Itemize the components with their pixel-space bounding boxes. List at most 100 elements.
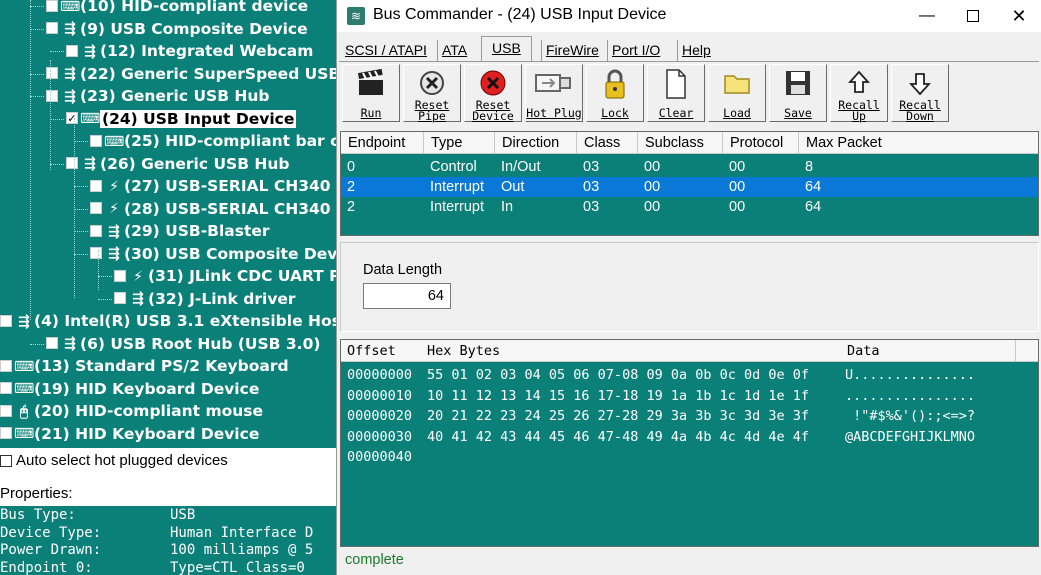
column-header[interactable]: Direction bbox=[495, 132, 577, 154]
tree-item-checkbox[interactable] bbox=[90, 202, 102, 214]
column-header[interactable]: Class bbox=[577, 132, 638, 154]
recall-down-button[interactable]: Recall Down bbox=[891, 64, 949, 122]
reset-pipe-button[interactable]: Reset Pipe bbox=[403, 64, 461, 122]
tree-item[interactable]: ✓ ⌨ (24) USB Input Device bbox=[66, 108, 297, 130]
tree-item-checkbox[interactable] bbox=[0, 427, 12, 439]
tree-item[interactable]: ⚡ (28) USB-SERIAL CH340 bbox=[90, 198, 331, 220]
tree-item[interactable]: ⇶ (4) Intel(R) USB 3.1 eXtensible Host C bbox=[0, 310, 336, 332]
tree-item-checkbox[interactable] bbox=[46, 67, 58, 79]
endpoint-table: Endpoint Type Direction Class Subclass Protoc… bbox=[340, 131, 1039, 236]
run-button[interactable]: Run bbox=[342, 64, 400, 122]
property-row: Device Type: Human Interface D bbox=[0, 525, 336, 543]
tree-item-checkbox[interactable] bbox=[90, 134, 102, 147]
load-button[interactable]: Load bbox=[708, 64, 766, 122]
table-cell: 00 bbox=[644, 159, 661, 175]
toolbar-label: Hot Plug bbox=[526, 106, 582, 120]
tree-connector bbox=[74, 253, 88, 255]
tree-item-checkbox[interactable] bbox=[46, 89, 58, 102]
tab-firewire[interactable]: FireWire bbox=[541, 40, 603, 62]
column-header[interactable]: Max Packet bbox=[799, 132, 1038, 154]
tree-item-checkbox[interactable] bbox=[66, 44, 78, 57]
table-row[interactable]: 2 Interrupt Out 03 00 00 64 bbox=[341, 177, 1038, 197]
tree-item[interactable]: ⌨(21) HID Keyboard Device bbox=[0, 423, 259, 445]
tree-item-checkbox[interactable] bbox=[0, 359, 12, 372]
tree-item[interactable]: ⚡ (27) USB-SERIAL CH340 bbox=[90, 175, 331, 197]
tree-guide-line bbox=[98, 250, 99, 290]
hex-column-header[interactable]: Data bbox=[841, 340, 880, 362]
tree-item[interactable]: ⌨(25) HID-compliant bar co bbox=[90, 130, 336, 152]
data-length-label: Data Length bbox=[363, 262, 443, 278]
maximize-button[interactable] bbox=[950, 0, 996, 32]
tree-item[interactable]: ⌨(10) HID-compliant device bbox=[46, 0, 308, 17]
tree-item[interactable]: ⇶ (9) USB Composite Device bbox=[46, 18, 308, 40]
tab-port-i-o[interactable]: Port I/O bbox=[607, 40, 664, 62]
tree-item-checkbox[interactable] bbox=[114, 292, 126, 304]
tree-item[interactable]: ⇶ (30) USB Composite Dev bbox=[90, 243, 336, 265]
hex-offset: 00000020 bbox=[347, 408, 413, 424]
property-value: Human Interface D bbox=[170, 524, 314, 541]
column-header[interactable]: Endpoint bbox=[341, 132, 424, 154]
tree-item-label: (4) Intel(R) USB 3.1 eXtensible Host C bbox=[34, 312, 336, 330]
tree-item[interactable]: ⚡ (31) JLink CDC UART P bbox=[114, 265, 336, 287]
auto-select-checkbox[interactable]: Auto select hot plugged devices bbox=[0, 452, 228, 469]
column-header[interactable]: Protocol bbox=[723, 132, 799, 154]
tree-item[interactable]: ⇶ (29) USB-Blaster bbox=[90, 220, 270, 242]
column-header[interactable]: Type bbox=[424, 132, 495, 154]
tree-item[interactable]: ⇶ (12) Integrated Webcam bbox=[66, 40, 313, 62]
tab-scsi-atapi[interactable]: SCSI / ATAPI bbox=[341, 40, 431, 62]
hot-plug-button[interactable]: Hot Plug bbox=[525, 64, 583, 122]
tab-usb[interactable]: USB bbox=[481, 36, 532, 62]
tree-connector bbox=[30, 73, 44, 75]
tree-guide-line bbox=[30, 0, 31, 320]
usb-icon: ⇶ bbox=[64, 336, 76, 352]
device-tree[interactable]: ⌨(10) HID-compliant device ⇶ (9) USB Compo… bbox=[0, 0, 336, 448]
clear-button[interactable]: Clear bbox=[647, 64, 705, 122]
tree-item[interactable]: ⇶ (26) Generic USB Hub bbox=[66, 153, 290, 175]
table-cell: 00 bbox=[644, 199, 661, 215]
save-button[interactable]: Save bbox=[769, 64, 827, 122]
table-cell: 2 bbox=[347, 199, 356, 215]
tree-guide-line bbox=[74, 118, 75, 298]
minimize-button[interactable]: — bbox=[904, 0, 950, 32]
tree-item-label: (32) J-Link driver bbox=[148, 289, 296, 308]
tree-item-label: (27) USB-SERIAL CH340 bbox=[124, 177, 331, 195]
tree-item[interactable]: ⌨(19) HID Keyboard Device bbox=[0, 378, 259, 400]
tree-connector bbox=[74, 208, 88, 210]
tree-item-checkbox[interactable] bbox=[90, 179, 102, 192]
tree-item-checkbox[interactable] bbox=[46, 22, 58, 34]
tree-item[interactable]: ⌨(13) Standard PS/2 Keyboard bbox=[0, 355, 289, 377]
recall-up-button[interactable]: Recall Up bbox=[830, 64, 888, 122]
checkbox-box[interactable] bbox=[0, 455, 12, 468]
column-header[interactable]: Subclass bbox=[638, 132, 723, 154]
tab-help[interactable]: Help bbox=[677, 40, 715, 62]
app-icon: ≋ bbox=[347, 7, 365, 25]
close-button[interactable]: ✕ bbox=[996, 0, 1041, 32]
tree-item[interactable]: ⇶ (22) Generic SuperSpeed USB bbox=[46, 63, 336, 85]
tree-item-checkbox[interactable] bbox=[0, 404, 12, 417]
hex-column-header[interactable]: Hex Bytes bbox=[421, 340, 500, 362]
tree-item-checkbox[interactable] bbox=[66, 157, 78, 169]
tree-item-checkbox[interactable] bbox=[90, 247, 102, 259]
tree-item[interactable]: ⇶ (32) J-Link driver bbox=[114, 288, 296, 310]
tree-item-checkbox[interactable] bbox=[0, 382, 12, 394]
tab-ata[interactable]: ATA bbox=[437, 40, 471, 62]
tree-item-checkbox[interactable] bbox=[46, 337, 58, 349]
lock-button[interactable]: Lock bbox=[586, 64, 644, 122]
tree-item-checkbox[interactable]: ✓ bbox=[66, 112, 78, 124]
data-length-input[interactable]: 64 bbox=[363, 283, 451, 309]
hex-column-header[interactable]: Offset bbox=[341, 340, 396, 362]
tree-item-label: (10) HID-compliant device bbox=[80, 0, 309, 15]
tree-item[interactable]: 🖰 (20) HID-compliant mouse bbox=[0, 400, 263, 422]
tree-item-checkbox[interactable] bbox=[90, 224, 102, 237]
tree-item-checkbox[interactable] bbox=[114, 269, 126, 282]
tree-item[interactable]: ⇶ (23) Generic USB Hub bbox=[46, 85, 270, 107]
tree-item-checkbox[interactable] bbox=[0, 314, 12, 327]
reset-device-button[interactable]: Reset Device bbox=[464, 64, 522, 122]
table-row[interactable]: 2 Interrupt In 03 00 00 64 bbox=[341, 197, 1038, 217]
hex-ascii: ................ bbox=[845, 387, 976, 404]
hex-ascii: U............... bbox=[845, 367, 976, 383]
tree-item[interactable]: ⇶ (6) USB Root Hub (USB 3.0) bbox=[46, 333, 320, 355]
tree-item-checkbox[interactable] bbox=[46, 0, 58, 12]
title-bar[interactable]: ≋ Bus Commander - (24) USB Input Device … bbox=[337, 0, 1041, 32]
table-row[interactable]: 0 Control In/Out 03 00 00 8 bbox=[341, 157, 1038, 177]
